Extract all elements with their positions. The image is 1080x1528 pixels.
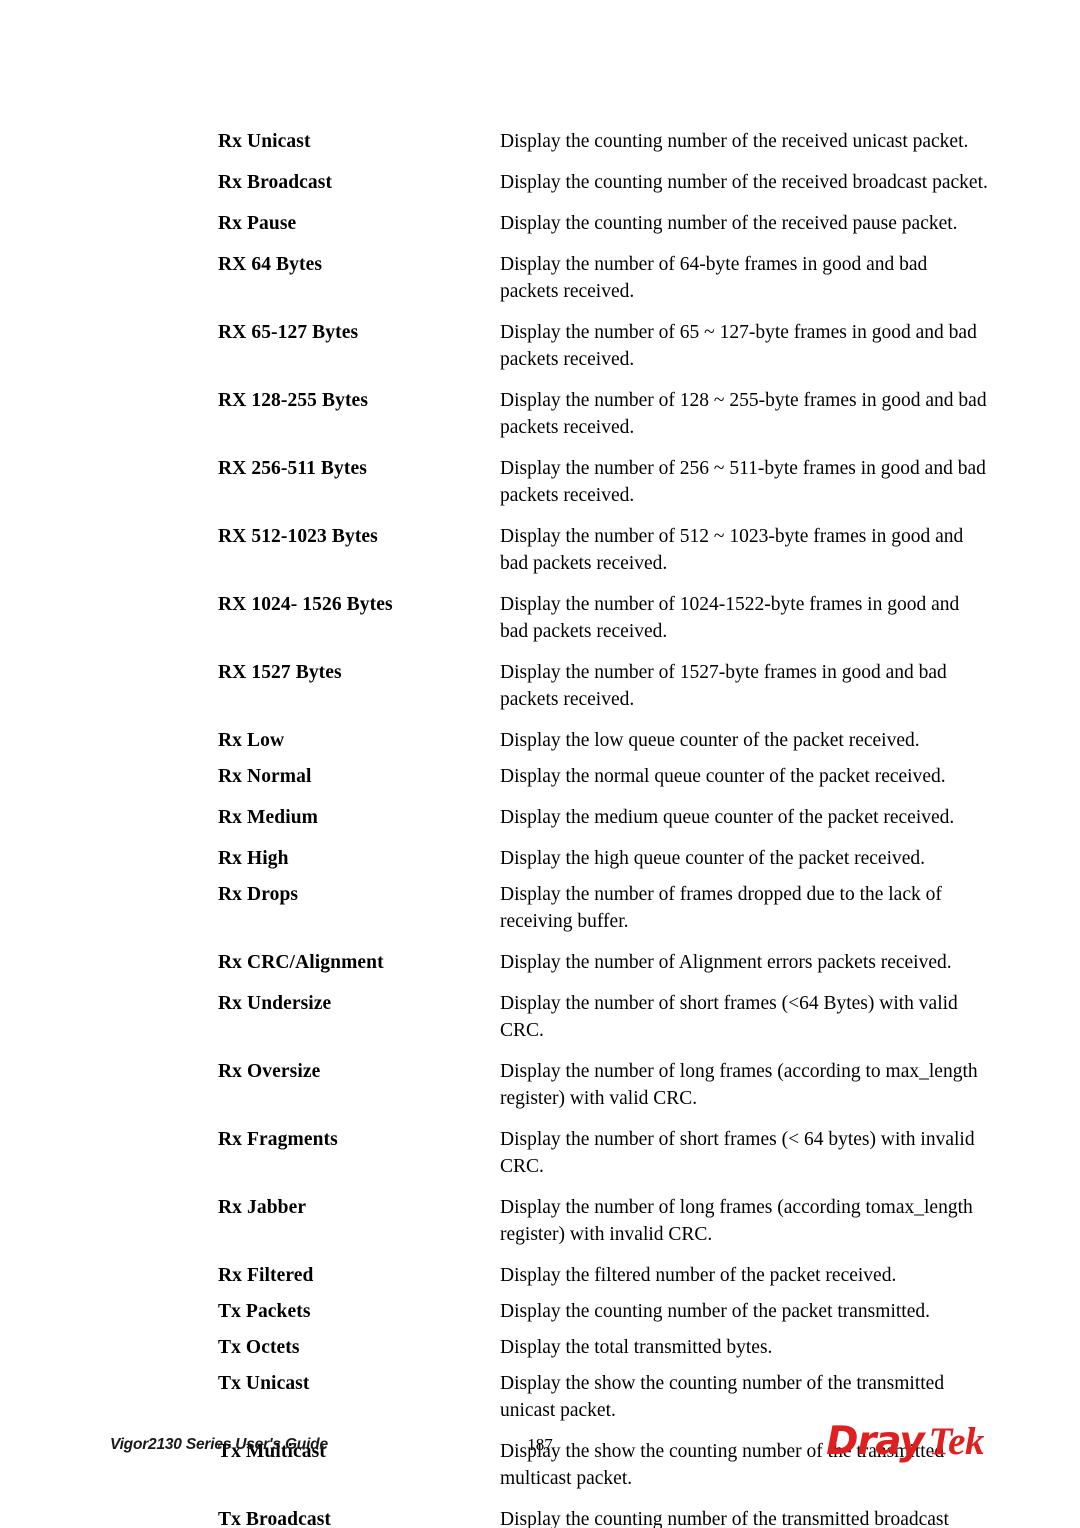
definition-term: Tx Broadcast [218,1509,331,1528]
definition-term: Rx Oversize [218,1061,321,1082]
definition-term: Rx Unicast [218,131,311,152]
page-footer: Vigor2130 Series User's Guide 187 Dray Te… [0,1422,1080,1492]
definition-description: Display the counting number of the recei… [500,172,988,193]
definition-term: Tx Octets [218,1337,300,1358]
definition-term: RX 1024- 1526 Bytes [218,594,393,615]
definition-description: Display the show the counting number of … [500,1373,945,1421]
definition-description: Display the counting number of the packe… [500,1301,930,1322]
definition-description: Display the filtered number of the packe… [500,1265,897,1286]
definition-description: Display the total transmitted bytes. [500,1337,773,1358]
definition-row: Rx High Display the high queue counter of… [218,845,988,872]
definition-description: Display the counting number of the recei… [500,213,958,234]
definition-term: RX 64 Bytes [218,254,323,275]
definition-term: RX 128-255 Bytes [218,390,369,411]
document-page: Rx Unicast Display the counting number of… [0,0,1080,1528]
definition-row: Rx Jabber Display the number of long fram… [218,1194,988,1248]
definition-term: RX 65-127 Bytes [218,322,359,343]
definition-row: Rx Unicast Display the counting number of… [218,128,988,155]
definition-row: Rx Oversize Display the number of long fr… [218,1058,988,1112]
definition-description: Display the number of Alignment errors p… [500,952,952,973]
definition-row: RX 1527 Bytes Display the number of 1527-… [218,659,988,713]
definition-term: Rx Undersize [218,993,332,1014]
definition-row: RX 512-1023 Bytes Display the number of 5… [218,523,988,577]
definition-description: Display the number of 256 ~ 511-byte fra… [500,458,986,506]
definition-list: Rx Unicast Display the counting number of… [218,128,988,1528]
definition-row: Rx Drops Display the number of frames dro… [218,881,988,935]
definition-row: RX 256-511 Bytes Display the number of 25… [218,455,988,509]
definition-row: RX 1024- 1526 Bytes Display the number of… [218,591,988,645]
definition-term: Rx Jabber [218,1197,307,1218]
definition-description: Display the number of short frames (<64 … [500,993,958,1041]
definition-term: Rx Low [218,730,285,751]
definition-term: Tx Unicast [218,1373,310,1394]
definition-description: Display the medium queue counter of the … [500,807,955,828]
definition-row: Tx Packets Display the counting number of… [218,1298,988,1325]
definition-term: Tx Packets [218,1301,311,1322]
definition-row: RX 64 Bytes Display the number of 64-byte… [218,251,988,305]
definition-row: Tx Unicast Display the show the counting … [218,1370,988,1424]
definition-term: Rx Medium [218,807,319,828]
definition-row: Rx Medium Display the medium queue counte… [218,804,988,831]
definition-description: Display the number of 64-byte frames in … [500,254,928,302]
definition-description: Display the number of 1024-1522-byte fra… [500,594,960,642]
definition-term: Rx Filtered [218,1265,314,1286]
definition-description: Display the number of 128 ~ 255-byte fra… [500,390,987,438]
definition-row: Rx Low Display the low queue counter of t… [218,727,988,754]
definition-term: Rx Pause [218,213,297,234]
definition-description: Display the number of long frames (accor… [500,1197,973,1245]
definition-description: Display the counting number of the trans… [500,1509,949,1528]
definition-row: RX 128-255 Bytes Display the number of 12… [218,387,988,441]
definition-description: Display the number of short frames (< 64… [500,1129,975,1177]
definition-description: Display the number of 512 ~ 1023-byte fr… [500,526,964,574]
definition-term: Rx High [218,848,289,869]
definition-row: Tx Broadcast Display the counting number … [218,1506,988,1528]
definition-row: Rx Fragments Display the number of short … [218,1126,988,1180]
definition-row: Rx Undersize Display the number of short … [218,990,988,1044]
definition-term: Rx CRC/Alignment [218,952,384,973]
draytek-logo: Dray Tek [826,1422,984,1461]
definition-description: Display the number of 1527-byte frames i… [500,662,947,710]
definition-term: Rx Normal [218,766,312,787]
draytek-logo-dray: Dray [826,1419,925,1464]
definition-term: Rx Broadcast [218,172,333,193]
definition-description: Display the low queue counter of the pac… [500,730,920,751]
definition-term: RX 256-511 Bytes [218,458,367,479]
definition-description: Display the number of frames dropped due… [500,884,942,932]
definition-term: RX 512-1023 Bytes [218,526,378,547]
definition-row: Rx Pause Display the counting number of t… [218,210,988,237]
draytek-logo-tek: Tek [928,1420,984,1463]
definition-row: RX 65-127 Bytes Display the number of 65 … [218,319,988,373]
definition-description: Display the number of long frames (accor… [500,1061,978,1109]
definition-term: RX 1527 Bytes [218,662,342,683]
definition-term: Rx Drops [218,884,299,905]
definition-description: Display the normal queue counter of the … [500,766,946,787]
definition-row: Rx Normal Display the normal queue counte… [218,763,988,790]
definition-description: Display the counting number of the recei… [500,131,969,152]
definition-row: Rx CRC/Alignment Display the number of Al… [218,949,988,976]
definition-row: Rx Filtered Display the filtered number o… [218,1262,988,1289]
definition-row: Rx Broadcast Display the counting number … [218,169,988,196]
definition-term: Rx Fragments [218,1129,338,1150]
definition-description: Display the number of 65 ~ 127-byte fram… [500,322,977,370]
definition-row: Tx Octets Display the total transmitted b… [218,1334,988,1361]
definition-description: Display the high queue counter of the pa… [500,848,926,869]
